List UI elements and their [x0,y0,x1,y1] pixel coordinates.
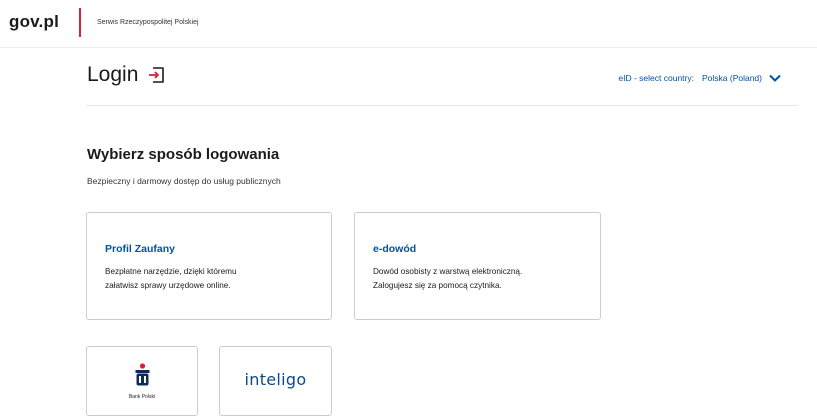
chevron-down-icon[interactable] [769,74,781,82]
service-name: Serwis Rzeczypospolitej Polskiej [97,19,199,26]
gov-pl-logo[interactable]: gov.pl [9,12,59,32]
logo-divider [79,8,81,37]
top-header: gov.pl Serwis Rzeczypospolitej Polskiej [0,0,817,48]
login-option-inteligo[interactable]: inteligo [219,346,332,416]
inteligo-logo: inteligo [244,370,307,389]
eid-selected-country[interactable]: Polska (Poland) [702,73,762,83]
login-option-profil-zaufany[interactable]: Profil Zaufany Bezpłatne narzędzie, dzię… [86,212,332,320]
page-title: Wybierz sposób logowania [87,146,280,163]
login-arrow-icon [146,64,168,86]
section-divider [86,105,798,106]
eid-country-select[interactable]: eID - select country: Polska (Poland) [618,73,781,83]
login-option-pko-bank-polski[interactable]: Bank Polski [86,346,198,416]
card-description: Bezpłatne narzędzie, dzięki któremu zała… [105,265,315,293]
header-divider [0,47,817,48]
pko-bank-logo-icon [135,363,150,386]
eid-label: eID - select country: [618,73,694,83]
page-subtitle: Bezpieczny i darmowy dostęp do usług pub… [87,176,281,186]
card-title: Profil Zaufany [105,243,176,255]
card-description-line: Bezpłatne narzędzie, dzięki któremu [105,267,237,276]
card-description-line: załatwisz sprawy urzędowe online. [105,281,231,290]
card-title: e-dowód [373,243,417,255]
card-description-line: Dowód osobisty z warstwą elektroniczną. [373,267,523,276]
card-description: Dowód osobisty z warstwą elektroniczną. … [373,265,583,293]
login-option-e-dowod[interactable]: e-dowód Dowód osobisty z warstwą elektro… [354,212,601,320]
card-description-line: Zalogujesz się za pomocą czytnika. [373,281,502,290]
login-heading: Login [87,63,168,87]
login-title: Login [87,63,139,86]
bank-label: Bank Polski [128,394,156,400]
